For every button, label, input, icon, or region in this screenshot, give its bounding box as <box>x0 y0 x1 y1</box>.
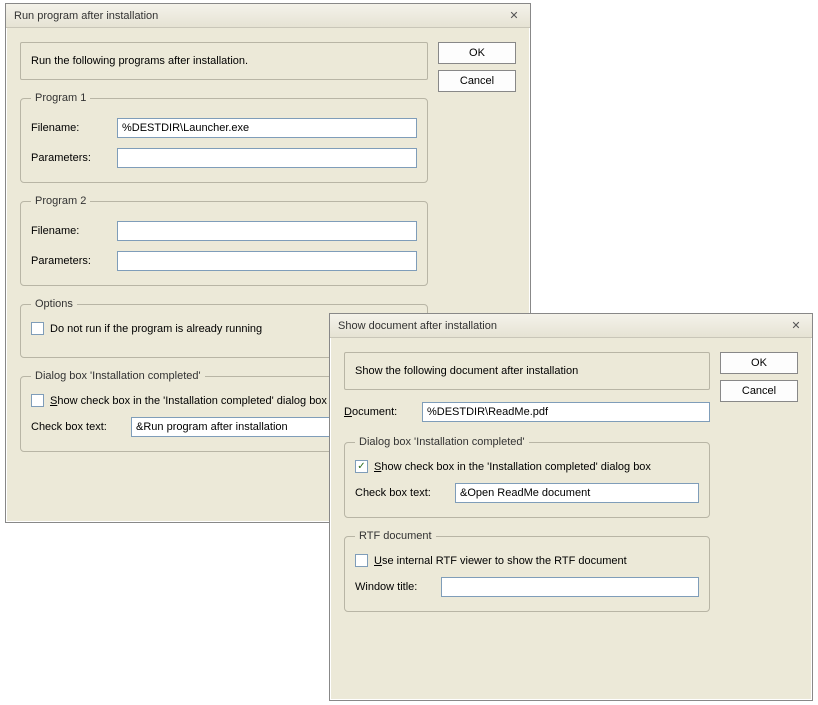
parameters-label: Parameters: <box>31 152 109 164</box>
filename-label: Filename: <box>31 225 109 237</box>
program-1-filename-input[interactable] <box>117 118 417 138</box>
show-checkbox-label: Show check box in the 'Installation comp… <box>374 461 651 473</box>
program-1-legend: Program 1 <box>31 92 90 104</box>
program-2-legend: Program 2 <box>31 195 90 207</box>
titlebar[interactable]: Run program after installation ✕ <box>6 4 530 28</box>
checkbox-text-label: Check box text: <box>355 487 447 499</box>
dialog-title: Show document after installation <box>338 320 497 332</box>
cancel-button[interactable]: Cancel <box>438 70 516 92</box>
options-legend: Options <box>31 298 77 310</box>
filename-label: Filename: <box>31 122 109 134</box>
checkbox-text-input[interactable] <box>131 417 331 437</box>
ok-button[interactable]: OK <box>438 42 516 64</box>
close-icon[interactable]: ✕ <box>788 319 804 333</box>
use-rtf-viewer-label: Use internal RTF viewer to show the RTF … <box>374 555 627 567</box>
rtf-document-group: RTF document Use internal RTF viewer to … <box>344 530 710 612</box>
dialog-title: Run program after installation <box>14 10 158 22</box>
program-2-group: Program 2 Filename: Parameters: <box>20 195 428 286</box>
install-completed-group: Dialog box 'Installation completed' ✓ Sh… <box>344 436 710 518</box>
program-1-group: Program 1 Filename: Parameters: <box>20 92 428 183</box>
document-label: Document: <box>344 406 414 418</box>
program-2-parameters-input[interactable] <box>117 251 417 271</box>
program-2-filename-input[interactable] <box>117 221 417 241</box>
show-checkbox-checkbox[interactable] <box>31 394 44 407</box>
ok-button[interactable]: OK <box>720 352 798 374</box>
show-checkbox-checkbox[interactable]: ✓ <box>355 460 368 473</box>
document-input[interactable] <box>422 402 710 422</box>
rtf-document-legend: RTF document <box>355 530 436 542</box>
show-document-dialog: Show document after installation ✕ Show … <box>329 313 813 701</box>
program-1-parameters-input[interactable] <box>117 148 417 168</box>
parameters-label: Parameters: <box>31 255 109 267</box>
checkbox-text-label: Check box text: <box>31 421 123 433</box>
cancel-button[interactable]: Cancel <box>720 380 798 402</box>
do-not-run-label: Do not run if the program is already run… <box>50 323 262 335</box>
use-rtf-viewer-checkbox[interactable] <box>355 554 368 567</box>
titlebar[interactable]: Show document after installation ✕ <box>330 314 812 338</box>
install-completed-legend: Dialog box 'Installation completed' <box>355 436 529 448</box>
close-icon[interactable]: ✕ <box>506 9 522 23</box>
info-box: Run the following programs after install… <box>20 42 428 80</box>
window-title-input[interactable] <box>441 577 699 597</box>
window-title-label: Window title: <box>355 581 433 593</box>
checkbox-text-input[interactable] <box>455 483 699 503</box>
install-completed-legend: Dialog box 'Installation completed' <box>31 370 205 382</box>
info-box: Show the following document after instal… <box>344 352 710 390</box>
do-not-run-checkbox[interactable] <box>31 322 44 335</box>
show-checkbox-label: Show check box in the 'Installation comp… <box>50 395 327 407</box>
